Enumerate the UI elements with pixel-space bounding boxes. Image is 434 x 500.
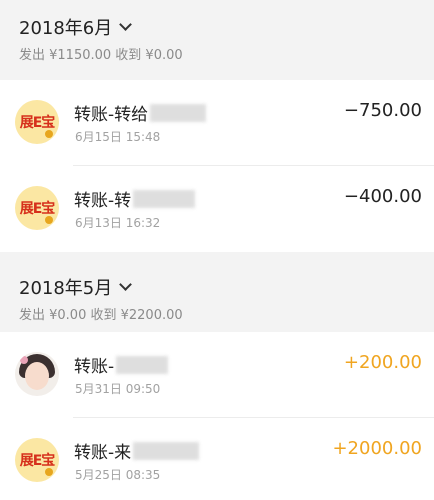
merchant-logo: 展E宝: [19, 453, 56, 469]
transaction-row[interactable]: 展E宝 转账-来 5月25日 08:35 +2000.00: [0, 418, 434, 500]
transaction-title: 转账-来: [74, 438, 200, 463]
transaction-title: 转账-转给: [74, 100, 207, 125]
obscured-name: [133, 189, 196, 208]
transaction-row[interactable]: 转账- 5月31日 09:50 +200.00: [0, 332, 434, 418]
transaction-time: 5月31日 09:50: [75, 382, 161, 396]
avatar: 展E宝: [15, 100, 59, 144]
transaction-amount: −750.00: [343, 100, 422, 121]
transaction-title: 转账-转: [74, 186, 196, 211]
transaction-title-text: 转账-转: [74, 191, 132, 211]
transaction-amount: +2000.00: [332, 438, 422, 459]
transaction-time: 6月15日 15:48: [75, 130, 161, 144]
transaction-title-text: 转账-: [74, 357, 115, 377]
obscured-name: [133, 441, 200, 460]
transaction-time: 6月13日 16:32: [75, 216, 161, 230]
transaction-title: 转账-: [74, 352, 169, 377]
logo-badge-icon: [45, 216, 53, 224]
transaction-title-text: 转账-来: [74, 443, 132, 463]
transaction-row[interactable]: 展E宝 转账-转 6月13日 16:32 −400.00: [0, 166, 434, 252]
month-title-text: 2018年6月: [19, 18, 113, 39]
obscured-name: [150, 103, 207, 122]
chevron-down-icon[interactable]: [119, 278, 133, 291]
transaction-time: 5月25日 08:35: [75, 468, 161, 482]
month-title-text: 2018年5月: [19, 278, 113, 299]
month-title[interactable]: 2018年6月: [19, 14, 133, 40]
month-header[interactable]: 2018年6月 发出 ¥1150.00 收到 ¥0.00: [0, 0, 434, 80]
logo-badge-icon: [45, 468, 53, 476]
chevron-down-icon[interactable]: [119, 18, 133, 31]
avatar: [15, 352, 59, 396]
month-summary: 发出 ¥1150.00 收到 ¥0.00: [19, 48, 183, 63]
month-header[interactable]: 2018年5月 发出 ¥0.00 收到 ¥2200.00: [0, 252, 434, 332]
avatar: 展E宝: [15, 186, 59, 230]
month-summary: 发出 ¥0.00 收到 ¥2200.00: [19, 308, 183, 323]
logo-badge-icon: [45, 130, 53, 138]
bill-list-page: 2018年6月 发出 ¥1150.00 收到 ¥0.00 展E宝 转账-转给 6…: [0, 0, 434, 500]
transaction-title-text: 转账-转给: [74, 105, 149, 125]
obscured-name: [116, 355, 169, 374]
avatar: 展E宝: [15, 438, 59, 482]
transaction-amount: −400.00: [343, 186, 422, 207]
merchant-logo: 展E宝: [19, 115, 56, 131]
transaction-row[interactable]: 展E宝 转账-转给 6月15日 15:48 −750.00: [0, 80, 434, 166]
merchant-logo: 展E宝: [19, 201, 56, 217]
transaction-amount: +200.00: [343, 352, 422, 373]
month-title[interactable]: 2018年5月: [19, 274, 133, 300]
